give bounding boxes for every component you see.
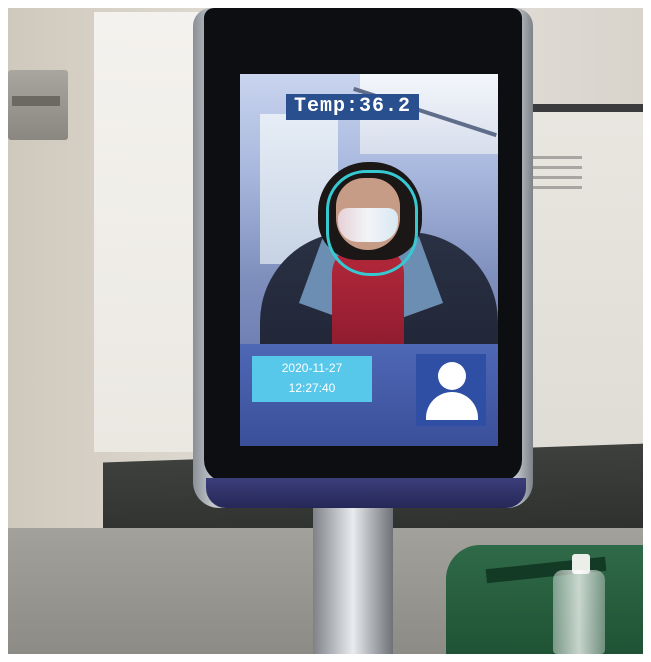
wall-fixture xyxy=(8,70,68,140)
kiosk-pole xyxy=(313,496,393,654)
avatar-head xyxy=(438,362,466,390)
kiosk-screen: Temp:36.2 2020-11-27 12:27:40 xyxy=(240,74,498,446)
photo: Temp:36.2 2020-11-27 12:27:40 xyxy=(8,8,643,654)
time-text: 12:27:40 xyxy=(288,381,336,395)
datetime-box: 2020-11-27 12:27:40 xyxy=(252,356,372,402)
temperature-label: Temp:36.2 xyxy=(286,94,420,120)
face-detection-box xyxy=(326,170,418,276)
kiosk-foot xyxy=(206,478,526,508)
avatar-body xyxy=(426,392,478,420)
green-container xyxy=(446,545,643,654)
sanitizer-bottle xyxy=(553,570,605,654)
person-silhouette-icon xyxy=(416,354,486,426)
date-text: 2020-11-27 xyxy=(281,361,343,375)
wall-poster-left xyxy=(94,12,202,452)
screen-status-bar: 2020-11-27 12:27:40 xyxy=(240,344,498,446)
screen-footer-text xyxy=(246,434,496,442)
